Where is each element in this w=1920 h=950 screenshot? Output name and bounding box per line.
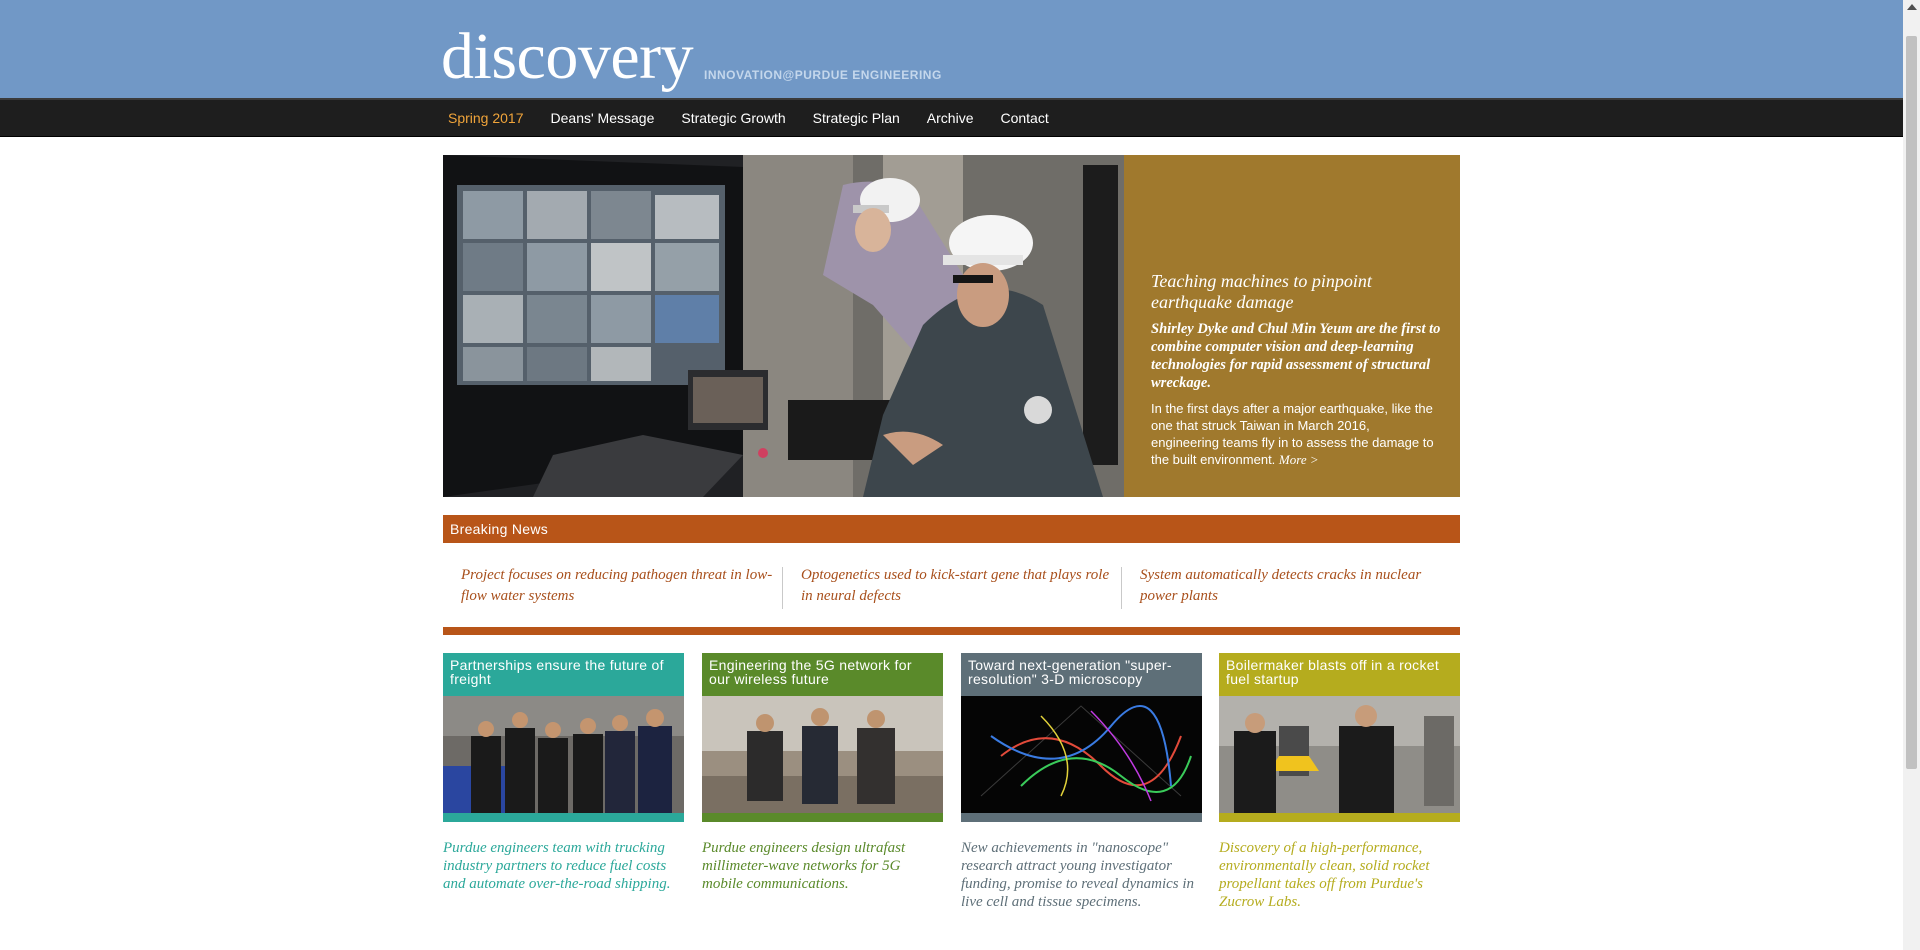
nav-item-deans-message[interactable]: Deans' Message xyxy=(551,110,655,126)
nav-item-strategic-plan[interactable]: Strategic Plan xyxy=(813,110,900,126)
card-accent-bar xyxy=(702,813,943,822)
nav-list: Spring 2017 Deans' Message Strategic Gro… xyxy=(448,100,1076,136)
microscopy-image xyxy=(961,696,1202,813)
hero-photo-illustration xyxy=(443,155,1124,497)
card-photo-rocket[interactable] xyxy=(1219,696,1460,813)
card-photo-freight[interactable] xyxy=(443,696,684,813)
breaking-news-rule xyxy=(443,627,1460,635)
rocket-lab-photo xyxy=(1219,696,1460,813)
hero-more-link[interactable]: More > xyxy=(1279,452,1319,467)
nav-item-contact[interactable]: Contact xyxy=(1000,110,1048,126)
breaking-news-list: Project focuses on reducing pathogen thr… xyxy=(443,565,1460,609)
card-accent-bar xyxy=(443,813,684,822)
card-title[interactable]: Boilermaker blasts off in a rocket fuel … xyxy=(1219,653,1460,696)
hero-photo[interactable] xyxy=(443,155,1124,497)
nav-item-strategic-growth[interactable]: Strategic Growth xyxy=(681,110,785,126)
card-title[interactable]: Partnerships ensure the future of freigh… xyxy=(443,653,684,696)
card-photo-microscopy[interactable] xyxy=(961,696,1202,813)
news-item-pathogen-threat[interactable]: Project focuses on reducing pathogen thr… xyxy=(461,565,781,607)
freight-team-photo xyxy=(443,696,684,813)
hero-text-panel: Teaching machines to pinpoint earthquake… xyxy=(1124,155,1460,497)
breaking-news-bar: Breaking News xyxy=(443,515,1460,543)
scrollbar-thumb[interactable] xyxy=(1906,36,1917,769)
hero-subtitle: Shirley Dyke and Chul Min Yeum are the f… xyxy=(1151,321,1441,391)
site-header: discovery INNOVATION@PURDUE ENGINEERING xyxy=(0,0,1903,98)
hero-body: In the first days after a major earthqua… xyxy=(1151,400,1441,468)
card-description[interactable]: Purdue engineers team with trucking indu… xyxy=(443,839,684,893)
card-title[interactable]: Toward next-generation "super-resolution… xyxy=(961,653,1202,696)
card-photo-5g[interactable] xyxy=(702,696,943,813)
story-card-rocket[interactable]: Boilermaker blasts off in a rocket fuel … xyxy=(1219,653,1460,911)
news-item-optogenetics[interactable]: Optogenetics used to kick-start gene tha… xyxy=(801,565,1121,607)
site-tagline: INNOVATION@PURDUE ENGINEERING xyxy=(704,68,942,82)
card-description[interactable]: Purdue engineers design ultrafast millim… xyxy=(702,839,943,893)
story-card-freight[interactable]: Partnerships ensure the future of freigh… xyxy=(443,653,684,893)
nav-item-spring-2017[interactable]: Spring 2017 xyxy=(448,110,524,126)
hero-feature: Teaching machines to pinpoint earthquake… xyxy=(443,155,1460,497)
site-logo[interactable]: discovery xyxy=(441,20,694,94)
news-divider xyxy=(1121,567,1122,609)
card-description[interactable]: Discovery of a high-performance, environ… xyxy=(1219,839,1460,911)
nav-item-archive[interactable]: Archive xyxy=(927,110,974,126)
story-card-5g[interactable]: Engineering the 5G network for our wirel… xyxy=(702,653,943,893)
breaking-news-label: Breaking News xyxy=(450,521,549,537)
story-card-microscopy[interactable]: Toward next-generation "super-resolution… xyxy=(961,653,1202,911)
5g-team-photo xyxy=(702,696,943,813)
card-description[interactable]: New achievements in "nanoscope" research… xyxy=(961,839,1202,911)
card-title[interactable]: Engineering the 5G network for our wirel… xyxy=(702,653,943,696)
card-accent-bar xyxy=(961,813,1202,822)
news-divider xyxy=(782,567,783,609)
news-item-nuclear-cracks[interactable]: System automatically detects cracks in n… xyxy=(1140,565,1460,607)
scroll-up-arrow-icon[interactable] xyxy=(1907,4,1917,10)
card-accent-bar xyxy=(1219,813,1460,822)
hero-title[interactable]: Teaching machines to pinpoint earthquake… xyxy=(1151,271,1441,313)
main-nav: Spring 2017 Deans' Message Strategic Gro… xyxy=(0,98,1903,137)
